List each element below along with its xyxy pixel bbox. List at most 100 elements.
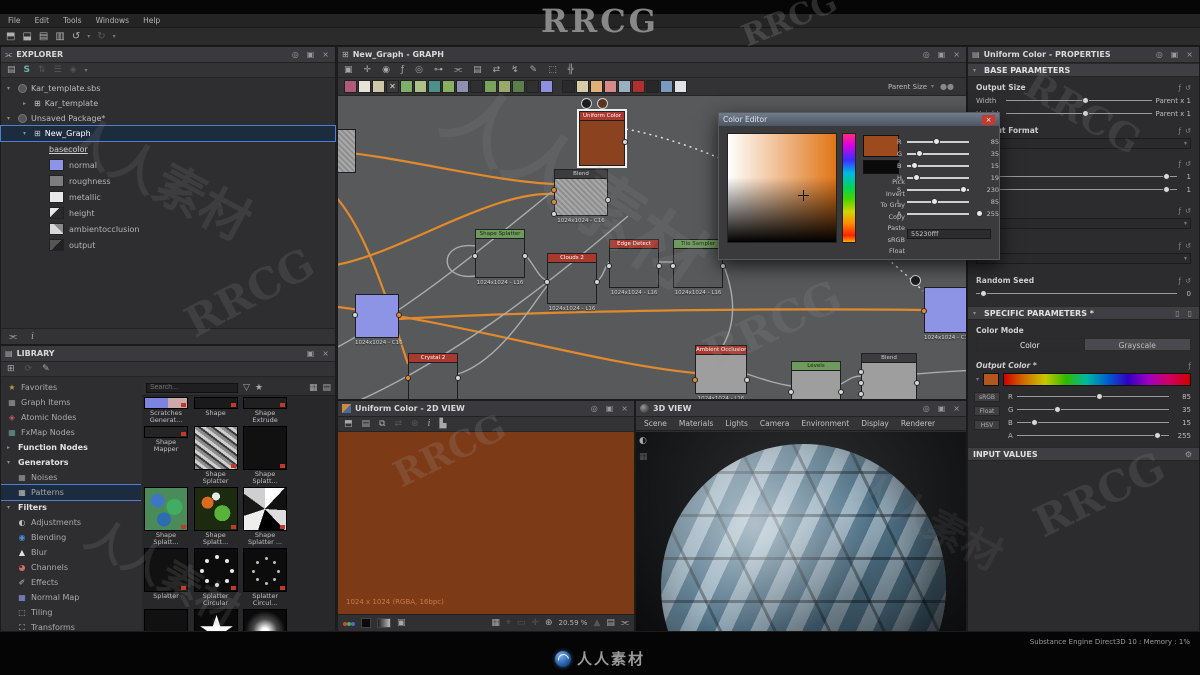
pin-icon[interactable]: ◎ xyxy=(921,50,932,59)
menu-camera[interactable]: Camera xyxy=(760,419,789,428)
output-roughness[interactable]: roughness xyxy=(1,173,335,189)
node-shortcut-icon[interactable] xyxy=(344,80,357,93)
float-icon[interactable]: ▣ xyxy=(604,404,616,413)
saturation-value-picker[interactable] xyxy=(727,133,837,243)
float-icon[interactable]: ▣ xyxy=(1169,50,1181,59)
snapshot-icon[interactable]: ◉ xyxy=(382,65,390,75)
mip-up-icon[interactable]: ▲ xyxy=(593,618,600,628)
r-slider[interactable] xyxy=(1016,392,1169,401)
node-shortcut-icon[interactable]: ✕ xyxy=(386,80,399,93)
library-item-graph-items[interactable]: ▦ Graph Items xyxy=(1,395,141,410)
fit-icon[interactable]: ▭ xyxy=(517,618,526,628)
output-format-dropdown[interactable]: ▾ xyxy=(976,138,1191,149)
output-port[interactable] xyxy=(744,377,750,383)
background-swatch[interactable] xyxy=(361,618,371,628)
gradient-swatch[interactable] xyxy=(377,618,391,628)
output-preview-icon[interactable] xyxy=(581,98,592,109)
close-icon[interactable]: × xyxy=(982,114,995,125)
b-slider[interactable] xyxy=(1016,418,1169,427)
close-icon[interactable]: × xyxy=(320,349,331,358)
graph-node-ambient-occlusion[interactable]: Ambient Occlusion 1024x1024 - L16 xyxy=(692,345,750,399)
library-item-blur[interactable]: ▲ Blur xyxy=(1,545,141,560)
input-port[interactable] xyxy=(858,380,864,386)
width-slider[interactable] xyxy=(1006,96,1152,105)
more-options-icon[interactable]: ●● xyxy=(940,82,954,91)
library-asset[interactable]: Shape Splatt... xyxy=(193,487,239,547)
menu-tools[interactable]: Tools xyxy=(63,16,81,25)
reset-icon[interactable]: ↺ xyxy=(1185,84,1191,92)
library-item-filters[interactable]: ▾ Filters xyxy=(1,500,141,515)
graph-node-edge-detect[interactable]: Edge Detect 1024x1024 - L16 xyxy=(606,239,662,296)
output-output[interactable]: output xyxy=(1,237,335,253)
menu-file[interactable]: File xyxy=(8,16,21,25)
float-icon[interactable]: ▣ xyxy=(936,404,948,413)
grid-icon[interactable]: ▦ xyxy=(491,618,500,628)
refresh-icon[interactable]: ⟳ xyxy=(25,364,33,374)
node-shortcut-icon[interactable] xyxy=(632,80,645,93)
library-item-patterns-selected[interactable]: ▦ Patterns xyxy=(1,484,141,501)
input-port[interactable] xyxy=(670,263,676,269)
menu-materials[interactable]: Materials xyxy=(679,419,713,428)
menu-environment[interactable]: Environment xyxy=(801,419,849,428)
frame-icon[interactable]: ⬚ xyxy=(548,65,557,75)
close-icon[interactable]: × xyxy=(951,404,962,413)
size-x-slider[interactable] xyxy=(976,172,1177,181)
node-shortcut-icon[interactable] xyxy=(512,80,525,93)
input-port[interactable] xyxy=(405,375,411,381)
function-icon[interactable]: ƒ xyxy=(401,65,404,75)
output-port[interactable] xyxy=(622,139,628,145)
l-slider[interactable]: L 85 xyxy=(897,197,999,207)
library-item-tiling[interactable]: ⬚ Tiling xyxy=(1,605,141,620)
library-item-function-nodes[interactable]: ▸ Function Nodes xyxy=(1,440,141,455)
node-shortcut-icon[interactable] xyxy=(414,80,427,93)
swap-icon[interactable]: ⇄ xyxy=(394,419,402,429)
node-shortcut-icon[interactable] xyxy=(358,80,371,93)
histogram-icon[interactable]: ▙ xyxy=(439,419,446,429)
close-icon[interactable]: × xyxy=(320,50,331,59)
input-port[interactable] xyxy=(692,377,698,383)
srgb-button[interactable]: sRGB xyxy=(974,392,1000,402)
close-icon[interactable]: × xyxy=(619,404,630,413)
input-port[interactable] xyxy=(551,187,557,193)
filter-icon[interactable]: ▽ xyxy=(243,383,250,393)
output-ambientocclusion[interactable]: ambientocclusion xyxy=(1,221,335,237)
info-icon[interactable]: i xyxy=(31,332,34,342)
frame-all-icon[interactable]: ▣ xyxy=(344,65,353,75)
reset-icon[interactable]: ↺ xyxy=(1185,127,1191,135)
zoom-icon[interactable]: ◎ xyxy=(415,65,423,75)
edit-icon[interactable]: ✎ xyxy=(42,364,50,374)
output-preview-icon[interactable] xyxy=(597,98,608,109)
graph-node-levels[interactable]: Levels xyxy=(788,361,844,399)
output-metallic[interactable]: metallic xyxy=(1,189,335,205)
node-shortcut-icon[interactable] xyxy=(660,80,673,93)
collapse-arrow-icon[interactable]: ▾ xyxy=(23,130,30,137)
collapse-arrow-icon[interactable]: ▾ xyxy=(7,115,14,122)
input-port[interactable] xyxy=(551,211,557,217)
function-icon[interactable]: ƒ xyxy=(1179,127,1181,135)
library-asset[interactable]: Shape Splatt... xyxy=(143,487,189,547)
lock-icon[interactable]: ⊕ xyxy=(411,419,419,429)
rescale-icon[interactable]: ⌖ xyxy=(506,618,511,628)
output-port[interactable] xyxy=(455,375,461,381)
output-port[interactable] xyxy=(594,279,600,285)
node-shortcut-icon[interactable] xyxy=(618,80,631,93)
output-port[interactable] xyxy=(396,312,402,318)
material-preview-sphere[interactable] xyxy=(661,444,946,631)
zoom-reset-icon[interactable]: ⊕ xyxy=(545,618,553,628)
pin-icon[interactable]: ◎ xyxy=(1154,50,1165,59)
graph-node-uniform-color-selected[interactable]: Uniform Color xyxy=(577,98,628,168)
library-asset[interactable]: Scratches Generat... xyxy=(143,397,189,425)
a-slider[interactable] xyxy=(1016,431,1169,440)
node-shortcut-icon[interactable] xyxy=(498,80,511,93)
library-asset[interactable]: Shape Splatter xyxy=(193,426,239,486)
node-shortcut-icon[interactable] xyxy=(604,80,617,93)
output-port[interactable] xyxy=(720,263,726,269)
height-slider[interactable] xyxy=(1006,109,1152,118)
close-icon[interactable]: × xyxy=(1184,50,1195,59)
pin-icon[interactable]: ◎ xyxy=(589,404,600,413)
pin-icon[interactable]: ◎ xyxy=(290,50,301,59)
color-mode-color-button[interactable]: Color xyxy=(976,338,1084,351)
color-mode-grayscale-button[interactable]: Grayscale xyxy=(1083,338,1191,351)
paste-button[interactable]: Paste xyxy=(859,223,905,235)
env-icon[interactable]: ▦ xyxy=(639,452,648,462)
